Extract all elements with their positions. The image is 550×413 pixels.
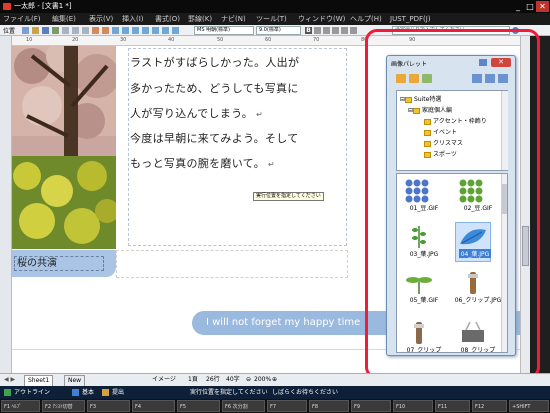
f9-key[interactable]: F9 — [351, 400, 391, 412]
menu-edit[interactable]: 編集(E) — [52, 13, 76, 25]
font-size-select[interactable]: 9.0(標準) — [256, 26, 301, 35]
f11-key[interactable]: F11 — [435, 400, 470, 412]
italic-icon[interactable] — [314, 27, 321, 34]
menu-insert[interactable]: 挿入(I) — [122, 13, 144, 25]
basic-icon — [72, 389, 79, 396]
menu-file[interactable]: ファイル(F) — [3, 13, 41, 25]
ruler-tick: 30 — [120, 37, 127, 43]
f7-key[interactable]: F7 — [267, 400, 307, 412]
bold-icon[interactable]: B — [305, 27, 312, 34]
ruler-tick: 40 — [168, 37, 175, 43]
sheet-status-bar: ◀ ▶ Sheet1 New イメージ 1頁 26行 40字 ⊖ 200% ⊕ — [0, 373, 550, 387]
link-icon[interactable] — [162, 27, 169, 34]
line-status: 26行 — [206, 376, 220, 383]
highlight-frame — [365, 29, 540, 379]
outline-icon — [4, 389, 11, 396]
ruler-tick: 60 — [265, 37, 272, 43]
position-label: 位置 — [3, 28, 16, 35]
body-line-1: ラストがすばらしかった。人出が — [130, 56, 300, 69]
cut-icon[interactable] — [62, 27, 69, 34]
body-line-5: もっと写真の腕を磨いて。 ↵ — [130, 155, 275, 171]
menu-navi[interactable]: ナビ(N) — [221, 13, 246, 25]
body-line-3-text: 人が写り込んでしまう。 — [130, 107, 254, 120]
zoom-icon[interactable] — [172, 27, 179, 34]
f1-key[interactable]: F1 ﾍﾙﾌﾟ — [1, 400, 40, 412]
close-button[interactable]: ✕ — [536, 1, 549, 12]
save-icon[interactable] — [42, 27, 49, 34]
menu-help[interactable]: ヘルプ(H) — [350, 13, 382, 25]
chart-icon[interactable] — [142, 27, 149, 34]
window-title: 一太郎 - [文書1 *] — [14, 2, 72, 10]
print-icon[interactable] — [52, 27, 59, 34]
shift-key[interactable]: +SHIFT — [509, 400, 549, 412]
left-margin-strip — [0, 36, 12, 373]
column-status: 40字 — [226, 376, 240, 383]
return-mark: ↵ — [256, 110, 264, 119]
page-status: 1頁 — [188, 376, 198, 383]
ruler-tick: 20 — [72, 37, 79, 43]
zoom-out-icon[interactable]: ⊖ — [246, 374, 251, 386]
f3-key[interactable]: F3 — [87, 400, 130, 412]
ruler-tick: 10 — [26, 37, 33, 43]
body-line-2: 多かったため、どうしても写真に — [130, 82, 299, 95]
f12-key[interactable]: F12 — [472, 400, 507, 412]
f5-key[interactable]: F5 — [177, 400, 220, 412]
basic-button[interactable]: 基本 — [82, 386, 94, 399]
status-hint: 実行位置を指定してください — [190, 389, 268, 396]
minimize-button[interactable]: _ — [512, 1, 524, 12]
return-mark: ↵ — [267, 160, 275, 169]
f4-key[interactable]: F4 — [132, 400, 175, 412]
cherry-blossom-photo[interactable] — [12, 46, 116, 249]
menu-format[interactable]: 書式(O) — [155, 13, 180, 25]
redo-icon[interactable] — [102, 27, 109, 34]
font-name-select[interactable]: MS 明朝(標準) — [194, 26, 254, 35]
title-bar: 一太郎 - [文書1 *] _ □ ✕ — [0, 0, 550, 13]
f2-key[interactable]: F2 ｱｼｽﾄ切替 — [42, 400, 85, 412]
task-bar: アウトライン 基本 提出 実行位置を指定してください しばらくお待ちください — [0, 386, 550, 399]
menu-bar: ファイル(F) 編集(E) 表示(V) 挿入(I) 書式(O) 罫線(K) ナビ… — [0, 13, 550, 25]
open-icon[interactable] — [32, 27, 39, 34]
body-line-3: 人が写り込んでしまう。 ↵ — [130, 105, 263, 121]
underline-icon[interactable] — [323, 27, 330, 34]
text-frame[interactable] — [128, 48, 347, 246]
find-icon[interactable] — [112, 27, 119, 34]
ruler-tick: 50 — [217, 37, 224, 43]
copy-icon[interactable] — [72, 27, 79, 34]
position-tooltip: 実行位置を指定してください — [253, 192, 324, 201]
zoom-level[interactable]: 200% — [254, 374, 271, 386]
app-icon — [3, 3, 11, 10]
menu-view[interactable]: 表示(V) — [89, 13, 113, 25]
image-icon[interactable] — [132, 27, 139, 34]
body-line-4: 今度は早朝に来てみよう。そして — [130, 132, 299, 145]
function-key-bar: F1 ﾍﾙﾌﾟ F2 ｱｼｽﾄ切替 F3 F4 F5 F6 次分割 F7 F8 … — [0, 399, 550, 413]
status-wait: しばらくお待ちください — [272, 389, 339, 396]
maximize-button[interactable]: □ — [524, 1, 536, 12]
menu-just-pdf[interactable]: JUST_PDF(J) — [390, 13, 431, 25]
menu-ruled-line[interactable]: 罫線(K) — [188, 13, 212, 25]
align-left-icon[interactable] — [332, 27, 339, 34]
undo-icon[interactable] — [92, 27, 99, 34]
shape-icon[interactable] — [152, 27, 159, 34]
f6-key[interactable]: F6 次分割 — [222, 400, 265, 412]
outline-button[interactable]: アウトライン — [14, 386, 50, 399]
align-right-icon[interactable] — [350, 27, 357, 34]
submit-icon — [102, 389, 109, 396]
f8-key[interactable]: F8 — [309, 400, 349, 412]
sheet-nav-icon[interactable]: ◀ ▶ — [4, 374, 15, 386]
caption-text[interactable]: 桜の共演 — [14, 256, 104, 271]
paste-icon[interactable] — [82, 27, 89, 34]
cursor-icon[interactable] — [22, 27, 29, 34]
zoom-in-icon[interactable]: ⊕ — [272, 374, 277, 386]
align-center-icon[interactable] — [341, 27, 348, 34]
caption-frame — [116, 250, 348, 278]
f10-key[interactable]: F10 — [393, 400, 433, 412]
menu-window[interactable]: ウィンドウ(W) — [298, 13, 345, 25]
menu-tools[interactable]: ツール(T) — [256, 13, 287, 25]
image-status: イメージ — [152, 376, 176, 383]
submit-button[interactable]: 提出 — [112, 386, 124, 399]
table-icon[interactable] — [122, 27, 129, 34]
ruler-tick: 70 — [313, 37, 320, 43]
body-line-5-text: もっと写真の腕を磨いて。 — [130, 157, 265, 170]
